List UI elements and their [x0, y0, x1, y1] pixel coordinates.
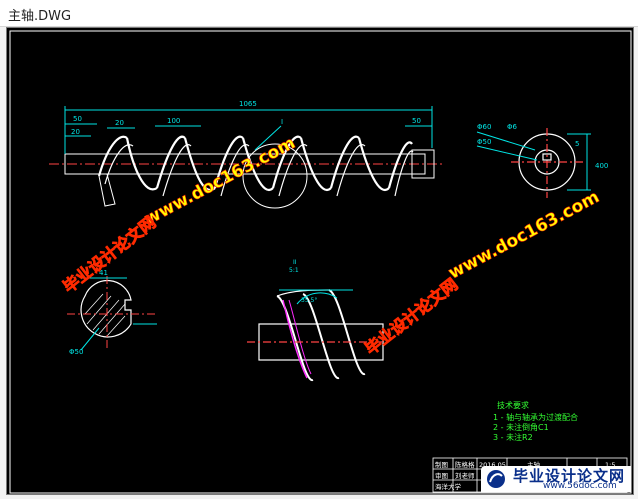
detail-label-bot: 5:1 — [289, 267, 299, 274]
watermark-cn-2: 毕业设计论文网 — [361, 275, 461, 359]
notes-item-1: 1 - 轴与轴承为过渡配合 — [493, 412, 578, 422]
tb-r3c1: 海洋大学 — [435, 482, 462, 491]
window-title: 主轴.DWG — [8, 9, 72, 24]
tb-r1c2: 陈格格 — [455, 460, 475, 469]
detail-flight-1 — [276, 295, 314, 382]
dim-d2-text: 20 — [71, 128, 80, 136]
dim-d3-text: 20 — [115, 119, 124, 127]
text-h400: 400 — [595, 162, 608, 170]
logo-url-text: www.56doc.com — [543, 481, 617, 491]
detail-flight-3 — [328, 289, 366, 376]
detail-flight-2 — [302, 293, 340, 380]
drawing-canvas[interactable]: 1065 50 20 20 100 50 I Φ60 Φ6 Φ50 5 400 … — [6, 27, 634, 495]
section-label-I: I — [281, 118, 283, 126]
site-logo-badge: 毕业设计论文网 www.56doc.com — [481, 466, 631, 492]
tb-r2c2: 刘老师 — [455, 471, 475, 480]
text-h5: 5 — [575, 140, 579, 148]
watermark-url-2: www.doc163.com — [445, 187, 603, 283]
notes-item-2: 2 - 未注倒角C1 — [493, 422, 549, 432]
tb-r2c1: 审图 — [435, 471, 448, 480]
section-outline — [80, 280, 132, 338]
dim-pitch-text: 100 — [167, 117, 180, 125]
text-phi6: Φ6 — [507, 123, 518, 131]
detail-view — [247, 289, 391, 382]
watermark-2: 毕业设计论文网 — [59, 212, 160, 297]
watermark-4: 毕业设计论文网 — [361, 274, 462, 359]
watermark-3: www.doc163.com — [445, 187, 603, 284]
text-phi60: Φ60 — [477, 123, 491, 131]
detail-label-top: II — [293, 259, 297, 266]
text-phi50-sec: Φ50 — [69, 348, 83, 356]
watermark-cn-1: 毕业设计论文网 — [59, 213, 159, 297]
dim-overall-text: 1065 — [239, 100, 257, 108]
logo-mark-icon — [487, 470, 505, 488]
main-view-dimensions — [64, 106, 433, 154]
dim-d1-text: 50 — [73, 115, 82, 123]
dim-end-text: 50 — [412, 117, 421, 125]
notes-title: 技术要求 — [497, 400, 529, 410]
side-view — [511, 128, 583, 198]
text-phi50-side: Φ50 — [477, 138, 491, 146]
section-hatch — [84, 293, 126, 337]
drawing-svg: 1065 50 20 20 100 50 I Φ60 Φ6 Φ50 5 400 … — [9, 30, 632, 494]
tb-r1c1: 制图 — [435, 460, 448, 469]
notes-item-3: 3 - 未注R2 — [493, 432, 533, 442]
cad-viewer-window: 主轴.DWG 1065 50 20 20 100 50 I Φ60 Φ6 Φ50… — [0, 0, 638, 499]
leader-phi50-sec — [80, 327, 100, 351]
detail-angle-text: 35.5° — [301, 297, 317, 304]
title-bar: 主轴.DWG — [0, 0, 638, 27]
side-view-dims — [476, 131, 591, 191]
